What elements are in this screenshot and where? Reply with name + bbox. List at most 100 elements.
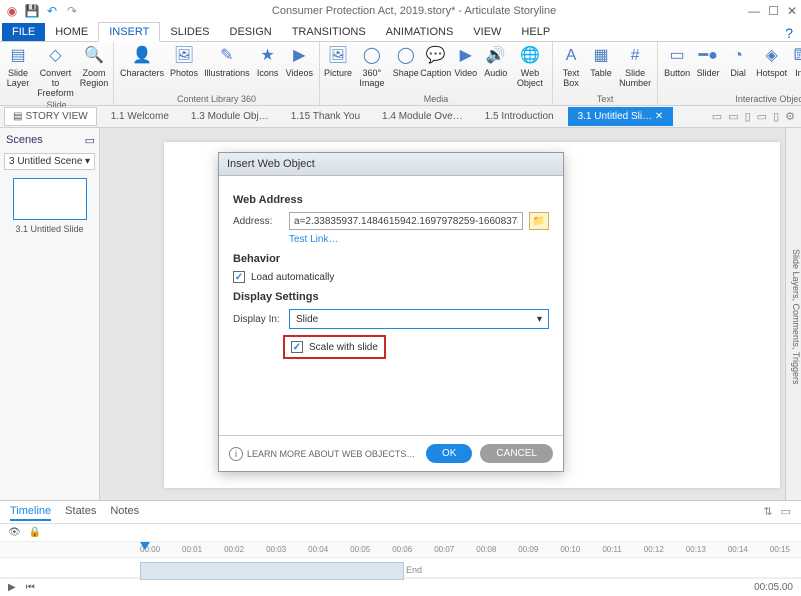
btn-convert-freeform[interactable]: ◇Convert to Freeform (34, 44, 77, 100)
scale-with-slide-highlight: ✓ Scale with slide (283, 335, 386, 359)
btn-slider[interactable]: ━●Slider (694, 44, 722, 80)
test-link[interactable]: Test Link… (289, 234, 549, 245)
close-tab-icon[interactable]: ✕ (655, 111, 663, 122)
qat-logo-icon: ◉ (4, 3, 20, 19)
dialog-title: Insert Web Object (219, 153, 563, 176)
tab-states[interactable]: States (65, 505, 96, 521)
btn-web-object[interactable]: 🌐Web Object (512, 44, 548, 90)
timeline-options-icon[interactable]: ⇅ (763, 505, 772, 521)
btn-zoom-region[interactable]: 🔍Zoom Region (79, 44, 109, 90)
btn-audio[interactable]: 🔊Audio (482, 44, 510, 80)
btn-icons[interactable]: ★Icons (254, 44, 282, 80)
slide-thumbnail[interactable] (13, 178, 87, 220)
maximize-icon[interactable]: ☐ (768, 4, 779, 18)
btn-button[interactable]: ▭Button (662, 44, 692, 80)
view-tablet-port-icon[interactable]: ▯ (745, 110, 751, 123)
btn-picture[interactable]: 🖼Picture (324, 44, 352, 80)
timeline-panel: Timeline States Notes ⇅ ▭ 👁 🔒 00:0000:010… (0, 500, 801, 596)
slide-canvas: Insert Web Object Web Address Address: 📁… (100, 128, 785, 500)
right-collapsed-panel[interactable]: Slide Layers, Comments, Triggers (785, 128, 801, 500)
tab-notes[interactable]: Notes (110, 505, 139, 521)
chevron-down-icon: ▾ (85, 156, 90, 167)
story-view-button[interactable]: ▤STORY VIEW (4, 107, 97, 126)
btn-text-box[interactable]: AText Box (557, 44, 585, 90)
address-input[interactable] (289, 212, 523, 230)
load-auto-label: Load automatically (251, 272, 334, 283)
scale-with-slide-checkbox[interactable]: ✓ (291, 341, 303, 353)
btn-illustrations[interactable]: ✎Illustrations (202, 44, 252, 80)
scenes-title: Scenes (6, 134, 43, 147)
learn-more-link[interactable]: iLEARN MORE ABOUT WEB OBJECTS… (229, 447, 418, 461)
scale-with-slide-label: Scale with slide (309, 342, 378, 353)
close-icon[interactable]: ✕ (787, 4, 797, 18)
doc-tabstrip: ▤STORY VIEW 1.1 Welcome 1.3 Module Obj… … (0, 106, 801, 128)
tab-animations[interactable]: ANIMATIONS (376, 23, 464, 41)
tab-slides[interactable]: SLIDES (160, 23, 219, 41)
view-tablet-land-icon[interactable]: ▭ (728, 110, 738, 123)
track-bar[interactable] (140, 562, 404, 580)
tab-timeline[interactable]: Timeline (10, 505, 51, 521)
btn-videos[interactable]: ▶Videos (284, 44, 315, 80)
menu-tabs: FILE HOME INSERT SLIDES DESIGN TRANSITIO… (0, 22, 801, 42)
btn-hotspot[interactable]: ◈Hotspot (754, 44, 789, 80)
section-behavior: Behavior (233, 253, 549, 265)
btn-photos[interactable]: 🖼Photos (168, 44, 200, 80)
ok-button[interactable]: OK (426, 444, 472, 463)
tab-help[interactable]: HELP (511, 23, 560, 41)
tab-home[interactable]: HOME (45, 23, 98, 41)
info-icon: i (229, 447, 243, 461)
slide-tab[interactable]: 1.5 Introduction (477, 108, 562, 125)
view-phone-land-icon[interactable]: ▭ (757, 110, 767, 123)
slide-tab-active[interactable]: 3.1 Untitled Sli… ✕ (568, 107, 674, 126)
timeline-time: 00:05.00 (754, 582, 793, 593)
lock-icon[interactable]: 🔒 (29, 527, 41, 538)
track-end-label: End (406, 565, 422, 575)
scene-dropdown[interactable]: 3 Untitled Scene▾ (4, 153, 95, 170)
view-desktop-icon[interactable]: ▭ (712, 110, 722, 123)
timeline-track[interactable]: End (0, 558, 801, 578)
tab-design[interactable]: DESIGN (220, 23, 282, 41)
section-web-address: Web Address (233, 194, 549, 206)
insert-web-object-dialog: Insert Web Object Web Address Address: 📁… (218, 152, 564, 472)
settings-gear-icon[interactable]: ⚙ (785, 110, 795, 123)
browse-button[interactable]: 📁 (529, 212, 549, 230)
timeline-panel-icon[interactable]: ▭ (781, 505, 791, 521)
slide-tab[interactable]: 1.15 Thank You (283, 108, 368, 125)
btn-table[interactable]: ▦Table (587, 44, 615, 80)
tab-insert[interactable]: INSERT (98, 22, 160, 42)
scenes-menu-icon[interactable]: ▭ (85, 134, 95, 147)
section-display: Display Settings (233, 291, 549, 303)
btn-dial[interactable]: ◔Dial (724, 44, 752, 80)
load-auto-checkbox[interactable]: ✓ (233, 271, 245, 283)
address-label: Address: (233, 216, 283, 227)
btn-360image[interactable]: ◯360° Image (354, 44, 390, 90)
qat-save-icon[interactable]: 💾 (24, 3, 40, 19)
timeline-ruler[interactable]: 00:0000:0100:0200:0300:0400:0500:0600:07… (0, 542, 801, 558)
slide-tab[interactable]: 1.4 Module Ove… (374, 108, 471, 125)
display-in-label: Display In: (233, 314, 283, 325)
rewind-icon[interactable]: ⏮ (26, 582, 35, 593)
btn-shape[interactable]: ◯Shape (392, 44, 420, 80)
qat-redo-icon[interactable]: ↷ (64, 3, 80, 19)
minimize-icon[interactable]: — (748, 4, 760, 18)
slide-tab[interactable]: 1.1 Welcome (103, 108, 177, 125)
btn-slide-layer[interactable]: ▤Slide Layer (4, 44, 32, 90)
tab-transitions[interactable]: TRANSITIONS (282, 23, 376, 41)
visibility-icon[interactable]: 👁 (8, 527, 21, 538)
cancel-button[interactable]: CANCEL (480, 444, 553, 463)
qat-undo-icon[interactable]: ↶ (44, 3, 60, 19)
chevron-down-icon: ▾ (537, 314, 542, 325)
btn-video[interactable]: ▶Video (452, 44, 480, 80)
view-phone-port-icon[interactable]: ▯ (773, 110, 779, 123)
btn-characters[interactable]: 👤Characters (118, 44, 166, 80)
display-in-dropdown[interactable]: Slide▾ (289, 309, 549, 329)
btn-caption[interactable]: 💬Caption (422, 44, 450, 80)
btn-input[interactable]: ⌨Input (791, 44, 801, 80)
playhead-icon[interactable] (140, 542, 150, 550)
slide-tab[interactable]: 1.3 Module Obj… (183, 108, 277, 125)
btn-slide-number[interactable]: #Slide Number (617, 44, 653, 90)
tab-file[interactable]: FILE (2, 23, 45, 41)
help-icon[interactable]: ? (785, 25, 801, 41)
tab-view[interactable]: VIEW (463, 23, 511, 41)
play-icon[interactable]: ▶ (8, 582, 16, 593)
